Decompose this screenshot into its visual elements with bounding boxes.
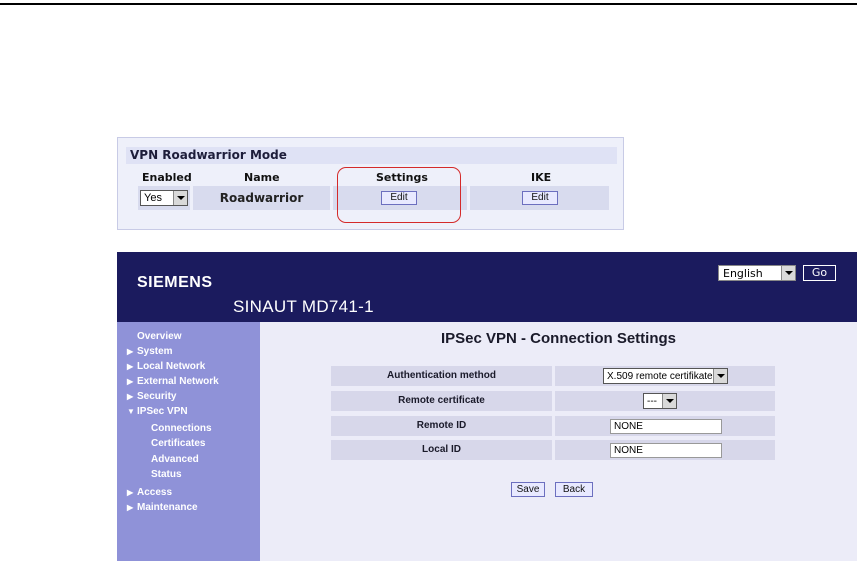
remote-id-label: Remote ID [331, 416, 552, 436]
app-window: SIEMENS SINAUT MD741-1 English Go Overvi… [117, 252, 857, 561]
remote-id-cell: NONE [555, 416, 775, 436]
auth-method-value: X.509 remote certifikate [607, 371, 713, 382]
nav-external-network[interactable]: ▶ External Network [127, 376, 219, 387]
siemens-logo: SIEMENS [137, 274, 213, 291]
language-value: English [723, 267, 763, 280]
page-title: IPSec VPN - Connection Settings [440, 330, 677, 347]
nav-local-network[interactable]: ▶ Local Network [127, 361, 205, 372]
settings-highlight-marker [337, 167, 461, 223]
local-id-cell: NONE [555, 440, 775, 460]
app-header: SIEMENS SINAUT MD741-1 English Go [117, 252, 857, 322]
caret-right-icon: ▶ [127, 362, 134, 371]
caret-right-icon: ▶ [127, 488, 134, 497]
nav-system-label: System [137, 346, 173, 357]
nav-certificates[interactable]: Certificates [151, 438, 205, 449]
roadwarrior-title: VPN Roadwarrior Mode [126, 147, 617, 164]
language-select[interactable]: English [718, 265, 796, 281]
local-id-input[interactable]: NONE [610, 443, 722, 458]
nav-overview[interactable]: Overview [127, 331, 181, 342]
nav-status[interactable]: Status [151, 469, 182, 480]
nav-security[interactable]: ▶ Security [127, 391, 176, 402]
ike-header: IKE [531, 171, 552, 184]
remote-cert-label: Remote certificate [331, 391, 552, 411]
enabled-cell: Yes [138, 186, 190, 210]
nav-external-network-label: External Network [137, 376, 219, 387]
remote-id-input[interactable]: NONE [610, 419, 722, 434]
enabled-select-value: Yes [144, 192, 162, 204]
go-button[interactable]: Go [803, 265, 836, 281]
caret-down-icon: ▼ [127, 407, 135, 416]
nav-ipsec-vpn-label: IPSec VPN [137, 406, 188, 417]
content-area: IPSec VPN - Connection Settings Authenti… [260, 322, 857, 561]
nav-security-label: Security [137, 391, 177, 402]
chevron-down-icon [781, 266, 795, 280]
ike-edit-button[interactable]: Edit [522, 191, 558, 205]
remote-cert-select[interactable]: --- [643, 393, 677, 409]
enabled-header: Enabled [142, 171, 192, 184]
top-rule [0, 3, 857, 5]
nav-access-label: Access [137, 487, 173, 498]
auth-method-cell: X.509 remote certifikate [555, 366, 775, 386]
product-name: SINAUT MD741-1 [233, 297, 374, 316]
caret-right-icon: ▶ [127, 377, 134, 386]
nav-ipsec-vpn[interactable]: ▼ IPSec VPN [127, 406, 188, 417]
enabled-select[interactable]: Yes [140, 190, 188, 206]
nav-access[interactable]: ▶ Access [127, 487, 172, 498]
chevron-down-icon [662, 394, 676, 408]
nav-maintenance-label: Maintenance [137, 502, 198, 513]
save-button[interactable]: Save [511, 482, 545, 497]
nav-system[interactable]: ▶ System [127, 346, 173, 357]
name-header: Name [244, 171, 280, 184]
remote-cert-cell: --- [555, 391, 775, 411]
sidebar: Overview ▶ System ▶ Local Network ▶ Externa… [117, 322, 260, 561]
auth-method-select[interactable]: X.509 remote certifikate [603, 368, 728, 384]
nav-overview-label: Overview [137, 331, 182, 342]
auth-method-label: Authentication method [331, 366, 552, 386]
connection-name: Roadwarrior [193, 186, 330, 210]
nav-maintenance[interactable]: ▶ Maintenance [127, 502, 198, 513]
caret-right-icon: ▶ [127, 392, 134, 401]
caret-right-icon: ▶ [127, 503, 134, 512]
nav-advanced[interactable]: Advanced [151, 454, 199, 465]
ike-cell: Edit [470, 186, 609, 210]
nav-connections[interactable]: Connections [151, 423, 212, 434]
back-button[interactable]: Back [555, 482, 593, 497]
local-id-label: Local ID [331, 440, 552, 460]
remote-cert-value: --- [647, 396, 657, 407]
chevron-down-icon [173, 191, 187, 205]
chevron-down-icon [713, 369, 727, 383]
caret-right-icon: ▶ [127, 347, 134, 356]
nav-local-network-label: Local Network [137, 361, 206, 372]
